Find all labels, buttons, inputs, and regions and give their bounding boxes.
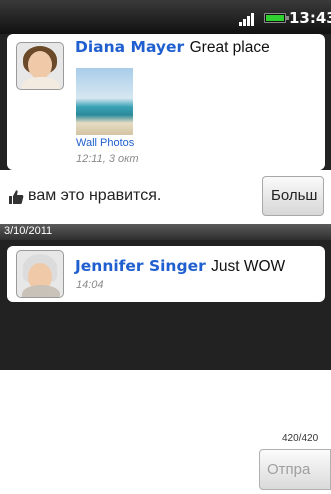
post-card[interactable]: Jennifer Singer Just WOW 14:04 [7,246,325,302]
status-bar: 13:43 [0,0,331,34]
date-divider: 3/10/2011 [0,224,331,240]
post-author[interactable]: Diana Mayer Great place [75,38,270,57]
status-clock: 13:43 [289,9,331,27]
post-author[interactable]: Jennifer Singer Just WOW [75,257,285,276]
post-timestamp: 12:11, 3 окт [76,153,139,165]
post-message: Great place [189,39,270,56]
avatar[interactable] [16,250,64,298]
post-photo[interactable] [76,68,133,135]
like-bar: вам это нравится. Больш [0,170,331,224]
character-counter: 420/420 [282,433,319,444]
more-button-label: Больш [271,187,318,204]
avatar[interactable] [16,42,64,90]
more-button[interactable]: Больш [262,176,324,216]
battery-icon [264,13,289,23]
signal-bars-icon [239,12,259,26]
send-button[interactable]: Отпра [259,449,331,490]
comment-input[interactable] [8,374,324,422]
like-status-text: вам это нравится. [28,187,162,204]
author-name[interactable]: Diana Mayer [75,38,184,56]
post-timestamp: 14:04 [76,279,104,291]
post-message: Just WOW [211,258,286,275]
comment-compose-area: 420/420 Отпра [0,370,331,494]
album-link[interactable]: Wall Photos [76,137,134,149]
thumbs-up-icon [9,190,24,204]
post-card[interactable]: Diana Mayer Great place Wall Photos 12:1… [7,34,325,170]
send-button-label: Отпра [267,461,311,478]
author-name[interactable]: Jennifer Singer [75,257,206,275]
date-divider-label: 3/10/2011 [4,225,53,237]
